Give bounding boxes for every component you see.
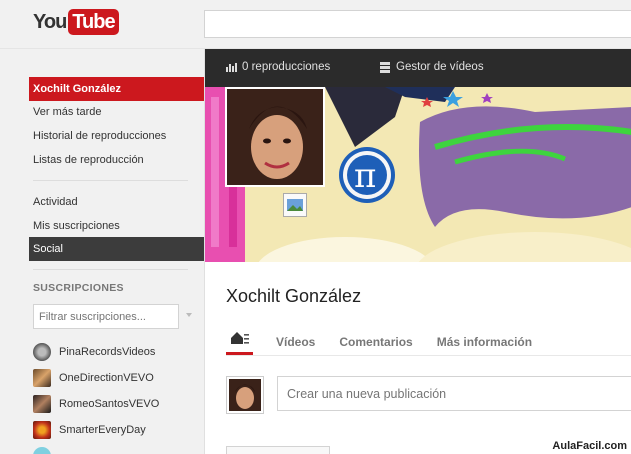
watermark: AulaFacil.com [552, 440, 627, 452]
sidebar-item-history[interactable]: Historial de reproducciones [29, 124, 204, 148]
channel-banner: π [205, 87, 631, 262]
tab-comments[interactable]: Comentarios [339, 335, 412, 349]
channel-stats-bar: 0 reproducciones Gestor de vídeos [205, 49, 631, 87]
tabs-divider [226, 355, 631, 356]
channel-avatar [33, 369, 51, 387]
post-avatar [226, 376, 264, 414]
avatar-photo [227, 89, 323, 185]
views-count: 0 reproducciones [242, 61, 331, 73]
subscription-label: SmarterEveryDay [59, 424, 146, 436]
channel-avatar [33, 395, 51, 413]
video-manager-icon [380, 61, 390, 73]
channel-avatar [33, 421, 51, 439]
logo-tube-text: Tube [68, 9, 119, 35]
channel-title: Xochilt González [226, 286, 362, 306]
image-placeholder-icon [283, 193, 307, 217]
sidebar-item-playlists[interactable]: Listas de reproducción [29, 148, 204, 172]
chevron-down-icon[interactable] [186, 313, 192, 317]
avatar-photo [229, 379, 261, 411]
feed-item-card [226, 446, 330, 454]
sidebar-item-activity[interactable]: Actividad [29, 190, 204, 214]
sidebar-divider [33, 269, 188, 270]
sidebar-divider [33, 180, 188, 181]
tab-more-info[interactable]: Más información [437, 335, 532, 349]
sidebar-item-social[interactable]: Social [29, 237, 204, 261]
subscription-item[interactable] [33, 446, 59, 454]
new-post-input[interactable] [277, 376, 631, 411]
bar-chart-icon [226, 63, 237, 72]
subscription-label: RomeoSantosVEVO [59, 398, 160, 410]
sidebar: Xochilt González Ver más tarde Historial… [0, 49, 204, 454]
subscriptions-heading: SUSCRIPCIONES [33, 282, 124, 294]
channel-tabs: Vídeos Comentarios Más información [226, 329, 556, 355]
search-input[interactable] [204, 10, 631, 38]
subscription-item[interactable]: SmarterEveryDay [33, 420, 146, 440]
sidebar-item-subscriptions[interactable]: Mis suscripciones [29, 214, 204, 238]
top-bar: You Tube [0, 0, 631, 49]
subscription-label: PinaRecordsVideos [59, 346, 156, 358]
tab-home[interactable] [226, 329, 253, 355]
main-content: 0 reproducciones Gestor de vídeos π Xoch… [204, 49, 631, 454]
subscription-item[interactable]: RomeoSantosVEVO [33, 394, 159, 414]
sidebar-item-watch-later[interactable]: Ver más tarde [29, 100, 204, 124]
youtube-logo[interactable]: You Tube [33, 9, 119, 35]
subscription-label: OneDirectionVEVO [59, 372, 154, 384]
logo-you-text: You [33, 10, 67, 33]
avatar[interactable] [225, 87, 325, 187]
video-manager-label: Gestor de vídeos [396, 61, 484, 73]
subscription-item[interactable]: PinaRecordsVideos [33, 342, 155, 362]
views-stat[interactable]: 0 reproducciones [226, 61, 330, 73]
tab-videos[interactable]: Vídeos [276, 335, 315, 349]
video-manager-link[interactable]: Gestor de vídeos [380, 61, 484, 73]
sidebar-item-channel[interactable]: Xochilt González [29, 77, 204, 101]
filter-subscriptions-input[interactable] [33, 304, 179, 329]
home-icon [230, 332, 249, 344]
subscription-item[interactable]: OneDirectionVEVO [33, 368, 154, 388]
channel-avatar [33, 447, 51, 454]
channel-avatar [33, 343, 51, 361]
svg-text:π: π [354, 156, 376, 196]
